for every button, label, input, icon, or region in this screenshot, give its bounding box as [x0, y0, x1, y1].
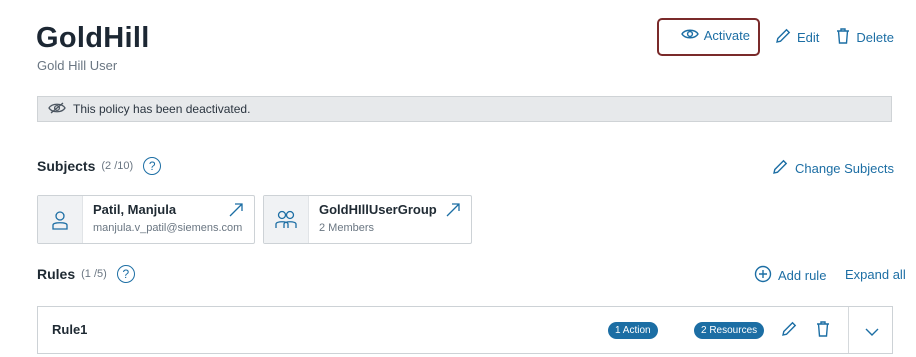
rule-row[interactable]: Rule1 1 Action 2 Resources [37, 306, 893, 354]
plus-circle-icon [754, 265, 772, 286]
help-icon[interactable]: ? [143, 157, 162, 175]
pencil-icon [771, 158, 789, 179]
page-title: GoldHill [36, 22, 150, 54]
rules-count: (1 /5) [81, 268, 107, 280]
actions-badge: 1 Action [608, 322, 658, 339]
activate-label: Activate [703, 28, 751, 43]
delete-button[interactable]: Delete [835, 27, 894, 48]
add-rule-button[interactable]: Add rule [754, 265, 826, 286]
expand-all-link[interactable]: Expand all [845, 267, 906, 282]
rule-name: Rule1 [52, 322, 88, 337]
subjects-heading: Subjects (2 /10) ? [37, 157, 162, 175]
row-divider [848, 307, 849, 353]
eye-off-icon [48, 102, 66, 117]
external-link-icon[interactable] [228, 202, 244, 223]
activate-button[interactable]: Activate [656, 18, 761, 56]
page-subtitle: Gold Hill User [37, 58, 118, 73]
user-icon [38, 196, 83, 243]
add-rule-label: Add rule [778, 268, 827, 283]
deactivated-banner: This policy has been deactivated. [37, 96, 892, 122]
delete-rule-icon[interactable] [815, 320, 831, 343]
banner-message: This policy has been deactivated. [73, 102, 251, 116]
trash-icon [835, 27, 851, 48]
rules-title: Rules [37, 266, 76, 282]
pencil-icon [774, 27, 792, 48]
change-subjects-link[interactable]: Change Subjects [771, 158, 894, 179]
group-icon [264, 196, 309, 243]
subject-detail: manjula.v_patil@siemens.com [93, 222, 243, 234]
subjects-count: (2 /10) [101, 160, 134, 172]
eye-icon [680, 28, 699, 43]
subject-card-group[interactable]: GoldHIllUserGroup 2 Members [263, 195, 472, 244]
change-subjects-label: Change Subjects [794, 161, 894, 176]
subjects-title: Subjects [37, 158, 96, 174]
chevron-down-icon[interactable] [864, 324, 880, 342]
resources-badge: 2 Resources [694, 322, 765, 339]
subject-name: Patil, Manjula [93, 202, 177, 217]
rules-heading: Rules (1 /5) ? [37, 265, 135, 283]
header-actions: Activate Edit Delete [656, 18, 894, 56]
edit-label: Edit [797, 29, 820, 45]
help-icon[interactable]: ? [116, 265, 135, 283]
external-link-icon[interactable] [445, 202, 461, 223]
subject-detail: 2 Members [319, 222, 375, 234]
delete-label: Delete [856, 29, 894, 45]
edit-rule-icon[interactable] [780, 320, 798, 343]
edit-button[interactable]: Edit [774, 27, 819, 48]
subject-name: GoldHIllUserGroup [319, 202, 437, 217]
subject-card-user[interactable]: Patil, Manjula manjula.v_patil@siemens.c… [37, 195, 255, 244]
